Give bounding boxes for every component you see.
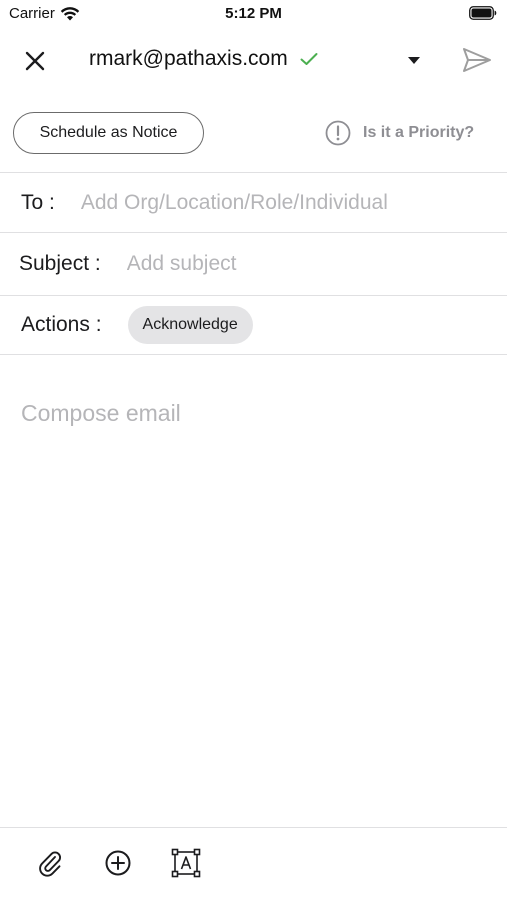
schedule-as-notice-button[interactable]: Schedule as Notice <box>13 112 204 154</box>
compose-body[interactable] <box>21 400 487 800</box>
compose-screen: Carrier 5:12 PM rmark@pathaxis.com Sched… <box>0 0 507 900</box>
subject-label: Subject : <box>19 252 101 275</box>
battery-icon <box>469 6 497 20</box>
to-row: To : <box>0 173 507 232</box>
status-time: 5:12 PM <box>225 5 282 22</box>
exclamation-circle-icon <box>325 120 351 146</box>
status-bar: Carrier 5:12 PM <box>0 0 507 28</box>
divider <box>0 354 507 355</box>
sender-email: rmark@pathaxis.com <box>89 47 288 70</box>
add-button[interactable] <box>102 847 134 879</box>
toolbar-divider <box>0 827 507 828</box>
sender-selector[interactable]: rmark@pathaxis.com <box>89 47 318 71</box>
checkmark-icon <box>300 53 318 65</box>
close-icon <box>25 51 45 71</box>
text-format-icon <box>171 848 201 878</box>
caret-down-icon <box>408 56 420 64</box>
send-button[interactable] <box>460 45 494 75</box>
to-label: To : <box>21 190 55 214</box>
close-button[interactable] <box>20 46 50 76</box>
plus-circle-icon <box>105 850 131 876</box>
attach-button[interactable] <box>34 847 66 879</box>
priority-label: Is it a Priority? <box>363 124 475 141</box>
actions-label: Actions : <box>21 313 102 336</box>
acknowledge-chip[interactable]: Acknowledge <box>127 306 253 344</box>
compose-header: rmark@pathaxis.com <box>0 36 507 84</box>
paperclip-icon <box>39 851 61 877</box>
to-input[interactable] <box>80 190 481 215</box>
priority-toggle[interactable]: Is it a Priority? <box>325 120 474 146</box>
actions-row: Actions : Acknowledge <box>0 296 507 354</box>
sender-dropdown-button[interactable] <box>402 50 426 70</box>
subject-input[interactable] <box>126 252 467 276</box>
text-format-button[interactable] <box>170 847 202 879</box>
send-icon <box>463 48 491 72</box>
subject-row: Subject : <box>0 233 507 295</box>
